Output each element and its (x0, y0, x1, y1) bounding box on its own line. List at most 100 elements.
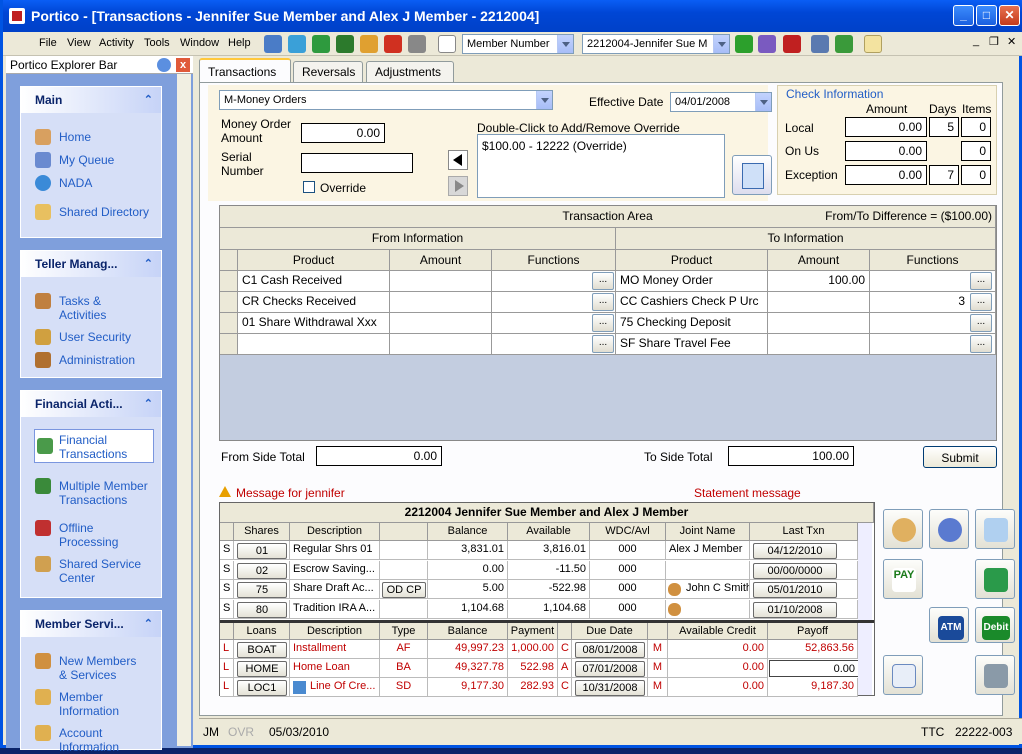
to-amount-cell[interactable] (768, 313, 870, 334)
loan-id-button[interactable]: HOME (237, 661, 287, 677)
on-us-amount-input[interactable]: 0.00 (845, 141, 927, 161)
from-functions-button[interactable]: ... (592, 314, 614, 332)
to-amount-cell[interactable] (768, 334, 870, 355)
due-date-button[interactable]: 10/31/2008 (575, 680, 645, 696)
mdi-close-button[interactable]: ✕ (1007, 35, 1016, 48)
checklist-button[interactable] (732, 155, 772, 195)
link-icon[interactable] (288, 35, 306, 53)
member-search-icon[interactable] (264, 35, 282, 53)
menu-file[interactable]: File (39, 37, 57, 49)
to-product-cell[interactable]: MO Money Order (616, 271, 768, 292)
statement-button[interactable] (883, 655, 923, 695)
menu-window[interactable]: Window (180, 37, 219, 49)
tab-reversals[interactable]: Reversals (293, 61, 363, 82)
maximize-button[interactable]: □ (976, 5, 997, 26)
refresh-icon[interactable] (157, 58, 171, 72)
on-us-items-input[interactable]: 0 (961, 141, 991, 161)
share-id-button[interactable]: 01 (237, 543, 287, 559)
override-checkbox[interactable] (303, 181, 315, 193)
to-functions-button[interactable]: ... (970, 272, 992, 290)
cash-icon[interactable] (336, 35, 354, 53)
to-product-cell[interactable]: 75 Checking Deposit (616, 313, 768, 334)
serial-number-input[interactable] (301, 153, 413, 173)
override-listbox[interactable]: $100.00 - 12222 (Override) (477, 134, 725, 198)
camera-button[interactable] (975, 655, 1015, 695)
battery-icon[interactable] (835, 35, 853, 53)
collapse-chevron-icon[interactable]: ⌃ (144, 397, 153, 410)
section-header-member[interactable]: Member Servi... ⌃ (21, 611, 161, 637)
atm-button[interactable]: ATM (929, 607, 969, 643)
debit-button[interactable]: Debit (975, 607, 1015, 643)
member-message[interactable]: Message for jennifer (236, 486, 345, 500)
transaction-type-select[interactable]: M-Money Orders (219, 90, 553, 110)
menu-view[interactable]: View (67, 37, 91, 49)
due-date-button[interactable]: 07/01/2008 (575, 661, 645, 677)
bug-icon[interactable] (783, 35, 801, 53)
local-days-input[interactable]: 5 (929, 117, 959, 137)
loan-id-button[interactable]: BOAT (237, 642, 287, 658)
hand-icon[interactable] (360, 35, 378, 53)
pay-button[interactable]: PAY (883, 559, 923, 599)
mdi-minimize-button[interactable]: _ (973, 35, 979, 47)
explorer-close-button[interactable]: x (175, 57, 191, 73)
local-items-input[interactable]: 0 (961, 117, 991, 137)
members-button[interactable] (929, 509, 969, 549)
from-amount-cell[interactable] (390, 292, 492, 313)
statement-message[interactable]: Statement message (694, 486, 801, 500)
from-amount-cell[interactable] (390, 271, 492, 292)
document-icon[interactable] (438, 35, 456, 53)
from-product-cell[interactable]: CR Checks Received (238, 292, 390, 313)
last-txn-button[interactable]: 01/10/2008 (753, 601, 837, 618)
from-amount-cell[interactable] (390, 313, 492, 334)
mdi-restore-button[interactable]: ❐ (989, 35, 999, 48)
from-functions-button[interactable]: ... (592, 272, 614, 290)
menu-tools[interactable]: Tools (144, 37, 170, 49)
teller-button[interactable] (883, 509, 923, 549)
from-product-cell[interactable]: C1 Cash Received (238, 271, 390, 292)
loan-id-button[interactable]: LOC1 (237, 680, 287, 696)
to-product-cell[interactable]: CC Cashiers Check P Urc (616, 292, 768, 313)
submit-button[interactable]: Submit (923, 446, 997, 468)
section-header-main[interactable]: Main ⌃ (21, 87, 161, 113)
dollar-icon[interactable] (312, 35, 330, 53)
to-functions-button[interactable]: ... (970, 314, 992, 332)
exception-items-input[interactable]: 0 (961, 165, 991, 185)
member-combo[interactable]: 2212004-Jennifer Sue M (582, 34, 730, 54)
close-button[interactable]: ✕ (999, 5, 1020, 26)
share-id-button[interactable]: 02 (237, 562, 287, 579)
tab-adjustments[interactable]: Adjustments (366, 61, 454, 82)
from-product-cell[interactable] (238, 334, 390, 355)
to-amount-cell[interactable] (768, 292, 870, 313)
share-id-button[interactable]: 75 (237, 582, 287, 598)
local-amount-input[interactable]: 0.00 (845, 117, 927, 137)
effective-date-picker[interactable]: 04/01/2008 (670, 92, 772, 112)
from-amount-cell[interactable] (390, 334, 492, 355)
last-txn-button[interactable]: 00/00/0000 (753, 562, 837, 579)
od-cp-button[interactable]: OD CP (382, 582, 426, 598)
exit-button[interactable] (975, 559, 1015, 599)
redo-arrow-icon[interactable] (384, 35, 402, 53)
printer-icon[interactable] (408, 35, 426, 53)
collapse-chevron-icon[interactable]: ⌃ (144, 617, 153, 630)
explorer-scrollbar[interactable] (177, 74, 191, 746)
menu-help[interactable]: Help (228, 37, 251, 49)
nav-item-financial-transactions[interactable]: Financial Transactions (34, 429, 154, 463)
exception-days-input[interactable]: 7 (929, 165, 959, 185)
last-txn-button[interactable]: 05/01/2010 (753, 582, 837, 598)
tab-transactions[interactable]: Transactions (199, 58, 291, 82)
loans-scrollbar[interactable] (858, 623, 872, 695)
mail-icon[interactable] (864, 35, 882, 53)
exception-amount-input[interactable]: 0.00 (845, 165, 927, 185)
from-product-cell[interactable]: 01 Share Withdrawal Xxx (238, 313, 390, 334)
money-order-amount-input[interactable]: 0.00 (301, 123, 385, 143)
move-right-button[interactable] (448, 176, 468, 196)
share-id-button[interactable]: 80 (237, 601, 287, 618)
section-header-teller[interactable]: Teller Manag... ⌃ (21, 251, 161, 277)
to-amount-cell[interactable]: 100.00 (768, 271, 870, 292)
to-functions-button[interactable]: ... (970, 335, 992, 353)
from-functions-button[interactable]: ... (592, 293, 614, 311)
due-date-button[interactable]: 08/01/2008 (575, 642, 645, 658)
minimize-button[interactable]: _ (953, 5, 974, 26)
chart-icon[interactable] (811, 35, 829, 53)
collapse-chevron-icon[interactable]: ⌃ (144, 257, 153, 270)
